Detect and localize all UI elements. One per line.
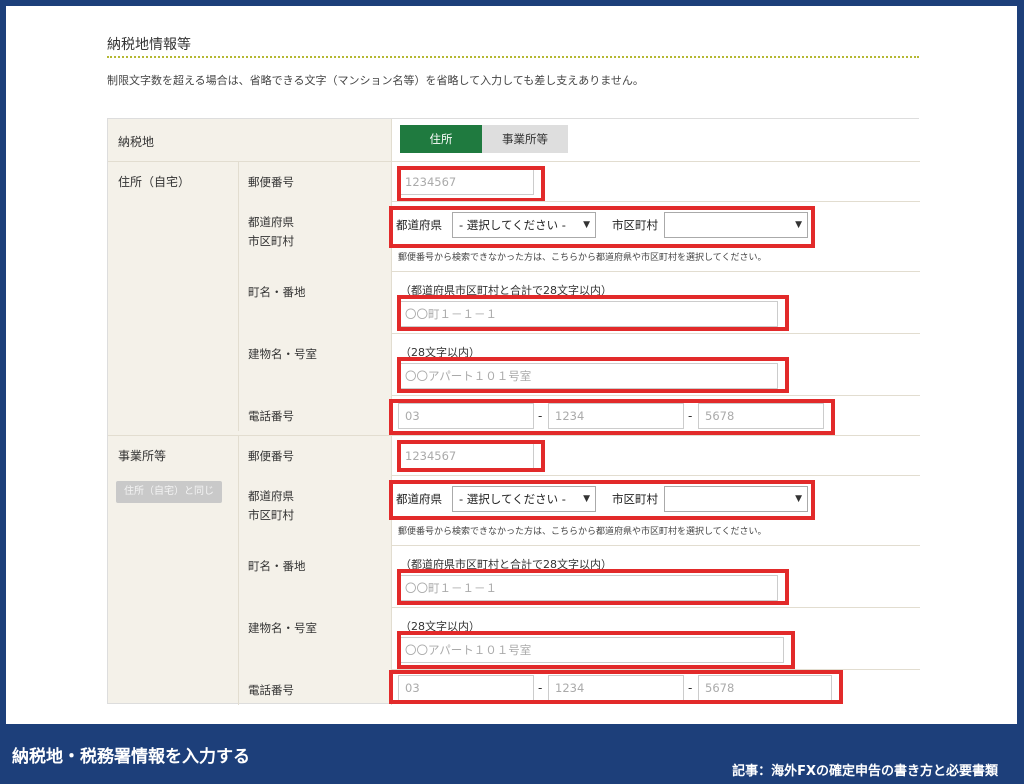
highlight-box xyxy=(389,480,815,520)
column-divider xyxy=(238,435,239,705)
office-building-label: 建物名・号室 xyxy=(248,621,317,635)
home-pref-note: 郵便番号から検索できなかった方は、こちらから都道府県や市区町村を選択してください… xyxy=(398,253,767,263)
office-group-label: 事業所等 xyxy=(118,449,167,463)
highlight-box xyxy=(397,440,545,472)
same-as-home-button[interactable]: 住所（自宅）と同じ xyxy=(116,481,222,503)
highlight-box xyxy=(397,166,545,202)
office-postal-label: 郵便番号 xyxy=(248,449,294,463)
tab-home-address[interactable]: 住所 xyxy=(400,125,482,153)
highlight-box xyxy=(389,206,815,248)
home-building-label: 建物名・号室 xyxy=(248,347,317,361)
column-divider xyxy=(238,161,239,431)
section-title: 納税地情報等 xyxy=(107,37,191,53)
highlight-box xyxy=(397,569,789,605)
highlight-box xyxy=(397,295,789,331)
home-pref-label: 都道府県 市区町村 xyxy=(248,215,294,248)
footer-article-link: 記事：海外FXの確定申告の書き方と必要書類 xyxy=(732,764,998,779)
highlight-box xyxy=(389,399,835,435)
home-street-label: 町名・番地 xyxy=(248,285,306,299)
office-phone-label: 電話番号 xyxy=(248,683,294,697)
tab-office[interactable]: 事業所等 xyxy=(482,125,568,153)
highlight-box xyxy=(397,357,789,393)
office-street-label: 町名・番地 xyxy=(248,559,306,573)
highlight-box xyxy=(389,670,843,704)
nouzeichi-label: 納税地 xyxy=(118,135,155,149)
form-panel: 納税地情報等 制限文字数を超える場合は、省略できる文字（マンション名等）を省略し… xyxy=(6,6,1017,724)
office-pref-label: 都道府県 市区町村 xyxy=(248,489,294,522)
section-note: 制限文字数を超える場合は、省略できる文字（マンション名等）を省略して入力しても差… xyxy=(107,74,644,87)
home-group-label: 住所（自宅） xyxy=(118,175,191,189)
tax-location-form: 納税地 住所 事業所等 住所（自宅） 郵便番号 1234567 都道府県 市区町村… xyxy=(107,118,920,705)
title-divider xyxy=(107,56,919,58)
nouzeichi-value: 住所 事業所等 xyxy=(391,119,920,161)
office-pref-note: 郵便番号から検索できなかった方は、こちらから都道府県や市区町村を選択してください… xyxy=(398,527,767,537)
footer-caption: 納税地・税務署情報を入力する xyxy=(12,747,250,767)
home-phone-label: 電話番号 xyxy=(248,409,294,423)
home-postal-label: 郵便番号 xyxy=(248,175,294,189)
highlight-box xyxy=(397,631,795,669)
